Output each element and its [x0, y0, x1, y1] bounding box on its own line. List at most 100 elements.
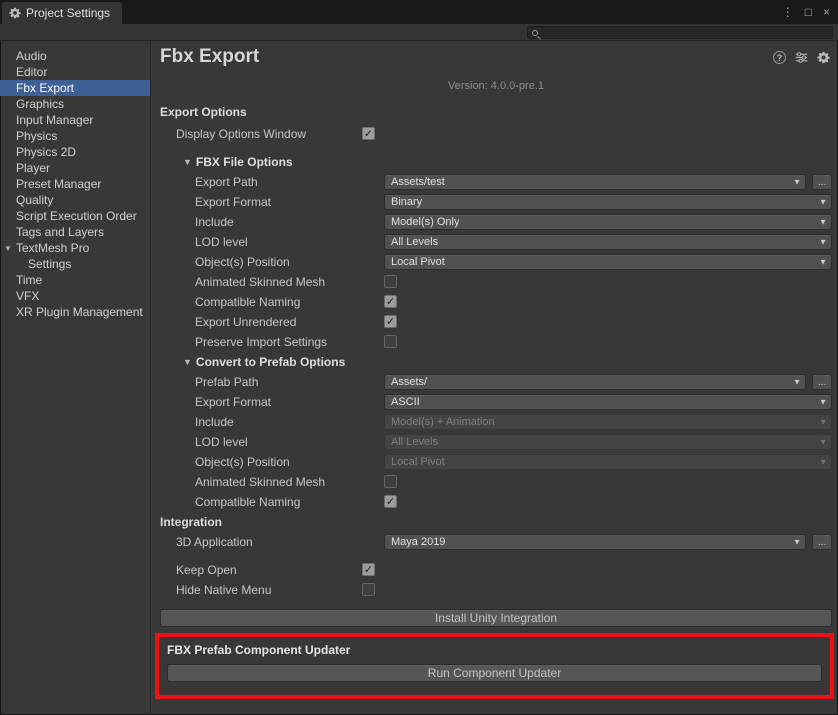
sidebar-item-fbx-export[interactable]: Fbx Export [0, 80, 150, 96]
window-menu-icon[interactable]: ⋮ [782, 6, 794, 18]
animated-skinned-mesh-row: Animated Skinned Mesh [160, 272, 832, 292]
dropdown-arrow-icon: ▼ [793, 378, 801, 387]
sidebar-item-audio[interactable]: Audio [0, 48, 150, 64]
field-label: LOD level [160, 235, 248, 249]
field-label: Preserve Import Settings [160, 335, 327, 349]
field-label: 3D Application [160, 535, 253, 549]
preset-sliders-icon[interactable] [795, 51, 808, 64]
settings-body: Audio Editor Fbx Export Graphics Input M… [0, 41, 838, 715]
section-integration: Integration [160, 512, 832, 532]
field-label: Compatible Naming [160, 295, 300, 309]
3d-application-dropdown[interactable]: Maya 2019 ▼ [384, 534, 806, 550]
sidebar-item-physics-2d[interactable]: Physics 2D [0, 144, 150, 160]
objects-position-dropdown[interactable]: Local Pivot ▼ [384, 254, 832, 270]
sidebar-item-graphics[interactable]: Graphics [0, 96, 150, 112]
sidebar-item-preset-manager[interactable]: Preset Manager [0, 176, 150, 192]
3d-application-row: 3D Application Maya 2019 ▼ ... [160, 532, 832, 552]
panel-header-icons: ? [773, 51, 830, 64]
sidebar-item-physics[interactable]: Physics [0, 128, 150, 144]
help-icon[interactable]: ? [773, 51, 786, 64]
foldout-arrow-icon: ▼ [160, 157, 192, 167]
fbx-export-panel: Fbx Export ? Version: 4.0.0-pre.1 Export… [151, 41, 838, 715]
foldout-arrow-icon[interactable]: ▼ [4, 244, 12, 253]
display-options-window-row: Display Options Window [160, 124, 832, 144]
sidebar-item-time[interactable]: Time [0, 272, 150, 288]
animated-skinned-mesh-checkbox[interactable] [384, 275, 397, 288]
field-label: LOD level [160, 435, 248, 449]
prefab-animated-skinned-mesh-checkbox[interactable] [384, 475, 397, 488]
dropdown-arrow-icon: ▼ [819, 418, 827, 427]
sidebar-item-xr-plugin-management[interactable]: XR Plugin Management [0, 304, 150, 320]
sidebar-item-editor[interactable]: Editor [0, 64, 150, 80]
project-settings-window: Project Settings ⋮ □ × Audio Editor Fbx … [0, 0, 838, 715]
prefab-animated-skinned-mesh-row: Animated Skinned Mesh [160, 472, 832, 492]
compatible-naming-checkbox[interactable] [384, 295, 397, 308]
preserve-import-settings-checkbox[interactable] [384, 335, 397, 348]
sidebar-item-player[interactable]: Player [0, 160, 150, 176]
field-label: Export Format [160, 195, 271, 209]
field-label: Hide Native Menu [160, 583, 271, 597]
sidebar-item-vfx[interactable]: VFX [0, 288, 150, 304]
window-controls: ⋮ □ × [782, 0, 830, 24]
prefab-include-dropdown: Model(s) + Animation ▼ [384, 414, 832, 430]
panel-menu-gear-icon[interactable] [817, 51, 830, 64]
field-label: Include [160, 215, 234, 229]
lod-level-dropdown[interactable]: All Levels ▼ [384, 234, 832, 250]
settings-toolbar [0, 24, 838, 41]
prefab-include-row: Include Model(s) + Animation ▼ [160, 412, 832, 432]
maximize-icon[interactable]: □ [805, 6, 812, 18]
hide-native-menu-checkbox[interactable] [362, 583, 375, 596]
sidebar-item-textmesh-pro-settings[interactable]: Settings [0, 256, 150, 272]
tab-project-settings[interactable]: Project Settings [2, 2, 122, 24]
include-dropdown[interactable]: Model(s) Only ▼ [384, 214, 832, 230]
prefab-objects-position-row: Object(s) Position Local Pivot ▼ [160, 452, 832, 472]
tab-label: Project Settings [26, 6, 110, 20]
objects-position-row: Object(s) Position Local Pivot ▼ [160, 252, 832, 272]
close-icon[interactable]: × [823, 6, 830, 18]
export-unrendered-checkbox[interactable] [384, 315, 397, 328]
export-path-dropdown[interactable]: Assets/test ▼ [384, 174, 806, 190]
export-format-dropdown[interactable]: Binary ▼ [384, 194, 832, 210]
sidebar-item-input-manager[interactable]: Input Manager [0, 112, 150, 128]
prefab-lod-level-dropdown: All Levels ▼ [384, 434, 832, 450]
sidebar-item-quality[interactable]: Quality [0, 192, 150, 208]
sidebar-item-script-execution-order[interactable]: Script Execution Order [0, 208, 150, 224]
field-label: Prefab Path [160, 375, 258, 389]
window-titlebar: Project Settings ⋮ □ × [0, 0, 838, 24]
sidebar-item-tags-and-layers[interactable]: Tags and Layers [0, 224, 150, 240]
prefab-export-format-row: Export Format ASCII ▼ [160, 392, 832, 412]
field-label: Export Unrendered [160, 315, 296, 329]
sidebar-item-textmesh-pro[interactable]: ▼ TextMesh Pro [0, 240, 150, 256]
dropdown-arrow-icon: ▼ [819, 458, 827, 467]
search-input[interactable] [543, 27, 830, 38]
run-component-updater-button[interactable]: Run Component Updater [167, 664, 822, 682]
prefab-lod-level-row: LOD level All Levels ▼ [160, 432, 832, 452]
prefab-path-dropdown[interactable]: Assets/ ▼ [384, 374, 806, 390]
dropdown-arrow-icon: ▼ [819, 258, 827, 267]
convert-to-prefab-options-foldout[interactable]: ▼ Convert to Prefab Options [160, 352, 832, 372]
export-path-browse-button[interactable]: ... [812, 174, 832, 190]
prefab-path-row: Prefab Path Assets/ ▼ ... [160, 372, 832, 392]
field-label: Include [160, 415, 234, 429]
dropdown-arrow-icon: ▼ [819, 238, 827, 247]
section-fbx-prefab-component-updater: FBX Prefab Component Updater [167, 642, 822, 658]
dropdown-arrow-icon: ▼ [793, 178, 801, 187]
page-title: Fbx Export [160, 45, 832, 69]
dropdown-arrow-icon: ▼ [819, 438, 827, 447]
prefab-export-format-dropdown[interactable]: ASCII ▼ [384, 394, 832, 410]
search-icon [532, 30, 538, 36]
display-options-window-checkbox[interactable] [362, 127, 375, 140]
keep-open-checkbox[interactable] [362, 563, 375, 576]
search-box[interactable] [527, 26, 833, 39]
fbx-file-options-foldout[interactable]: ▼ FBX File Options [160, 152, 832, 172]
field-label: Compatible Naming [160, 495, 300, 509]
prefab-compatible-naming-checkbox[interactable] [384, 495, 397, 508]
version-label: Version: 4.0.0-pre.1 [160, 80, 832, 93]
settings-gear-icon [9, 7, 21, 19]
lod-level-row: LOD level All Levels ▼ [160, 232, 832, 252]
install-unity-integration-button[interactable]: Install Unity Integration [160, 609, 832, 627]
3d-application-browse-button[interactable]: ... [812, 534, 832, 550]
prefab-path-browse-button[interactable]: ... [812, 374, 832, 390]
prefab-objects-position-dropdown: Local Pivot ▼ [384, 454, 832, 470]
field-label: Animated Skinned Mesh [160, 275, 325, 289]
